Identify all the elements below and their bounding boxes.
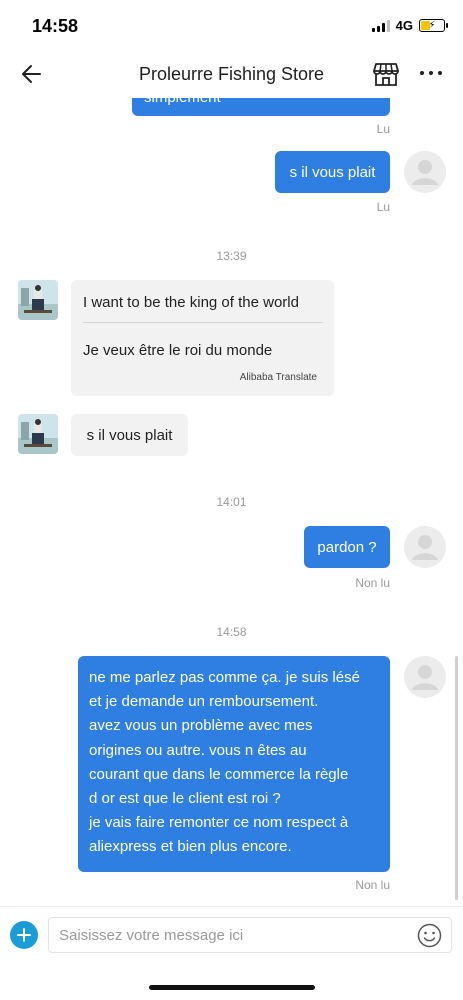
default-avatar-icon (404, 656, 446, 698)
plus-icon (17, 928, 31, 942)
time-separator: 13:39 (216, 249, 247, 263)
translator-label: Alibaba Translate (239, 372, 317, 383)
chat-header: Proleurre Fishing Store (0, 50, 463, 98)
message-bubble-outgoing: pardon ? (304, 526, 390, 568)
message-line: origines ou autre. vous n êtes au (89, 741, 307, 759)
signal-icon (371, 19, 390, 32)
default-avatar-icon (404, 526, 446, 568)
unread-status: Non lu (355, 576, 390, 590)
chat-messages: simplement Lu s il vous plait Lu 13:39 I… (0, 98, 463, 906)
status-indicators: 4G ⚡ (371, 18, 448, 33)
status-bar: 14:58 4G ⚡ (0, 0, 463, 50)
time-separator: 14:01 (216, 495, 247, 509)
message-text: pardon ? (317, 538, 377, 556)
message-text: s il vous plait (289, 163, 376, 181)
message-line: d or est que le client est roi ? (89, 790, 281, 808)
message-line: aliexpress et bien plus encore. (89, 838, 292, 856)
message-original-text: I want to be the king of the world (83, 294, 299, 311)
store-icon[interactable] (371, 59, 401, 89)
message-bubble-outgoing: ne me parlez pas comme ça. je suis lésé … (78, 656, 390, 872)
message-bubble-outgoing: s il vous plait (275, 151, 390, 193)
message-bubble-outgoing: simplement (132, 98, 390, 116)
user-avatar (404, 526, 446, 568)
message-bubble-incoming: I want to be the king of the world Je ve… (71, 280, 334, 396)
store-avatar[interactable] (18, 414, 58, 454)
divider (83, 322, 323, 323)
default-avatar-icon (404, 151, 446, 193)
read-status: Lu (376, 200, 390, 214)
message-line: ne me parlez pas comme ça. je suis lésé (89, 669, 360, 686)
emoji-icon[interactable] (417, 923, 442, 948)
user-avatar (404, 656, 446, 698)
add-attachment-button[interactable] (10, 921, 38, 949)
home-indicator[interactable] (149, 985, 315, 990)
more-options-icon[interactable] (420, 68, 442, 78)
store-avatar[interactable] (18, 280, 58, 320)
unread-status: Non lu (355, 878, 390, 892)
scrollbar[interactable] (455, 656, 458, 900)
battery-icon: ⚡ (419, 19, 448, 32)
message-line: je vais faire remonter ce nom respect à (89, 814, 349, 832)
message-input[interactable] (48, 917, 452, 953)
message-line: et je demande un remboursement. (89, 693, 319, 711)
message-composer (0, 906, 463, 962)
message-translated-text: Je veux être le roi du monde (83, 342, 273, 359)
message-line: avez vous un problème avec mes (89, 717, 313, 735)
message-bubble-incoming: s il vous plait (71, 414, 188, 456)
status-time: 14:58 (32, 16, 79, 36)
message-text: s il vous plait (86, 426, 173, 444)
time-separator: 14:58 (216, 625, 247, 639)
network-type: 4G (395, 18, 413, 33)
message-text: simplement (144, 98, 221, 106)
user-avatar (404, 151, 446, 193)
message-line: courant que dans le commerce la règle (89, 765, 349, 783)
read-status: Lu (376, 122, 390, 136)
